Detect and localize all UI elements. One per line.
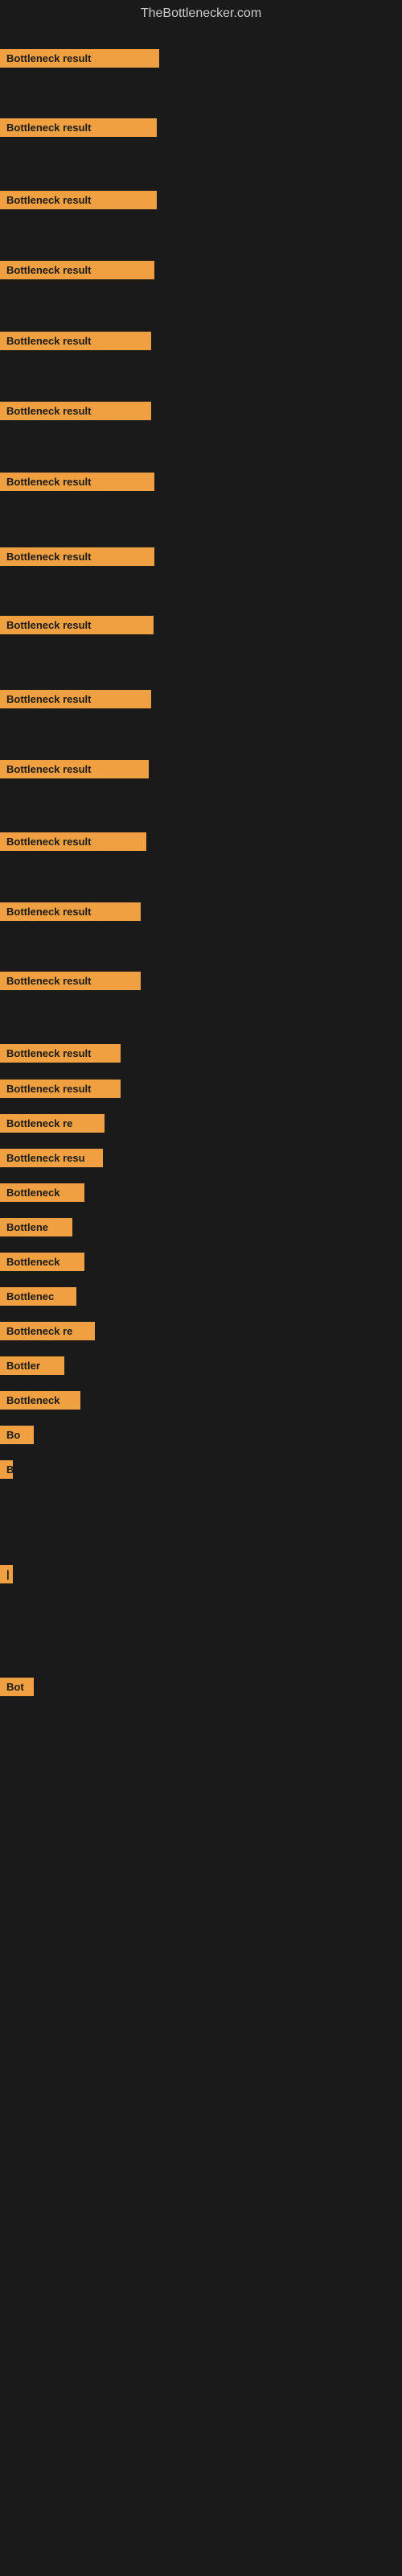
bottleneck-item: Bottleneck result (0, 191, 157, 213)
bottleneck-label: Bottleneck result (0, 261, 154, 279)
bottleneck-item: Bottleneck result (0, 760, 149, 782)
bottleneck-item: Bottleneck result (0, 261, 154, 283)
bottleneck-item: Bo (0, 1426, 34, 1448)
bottleneck-item: Bottleneck result (0, 332, 151, 354)
bottleneck-label: Bottleneck resu (0, 1149, 103, 1167)
bottleneck-label: | (0, 1565, 13, 1583)
bottleneck-label: Bottleneck (0, 1391, 80, 1410)
bottleneck-item: Bottleneck result (0, 473, 154, 495)
bottleneck-label: Bottleneck result (0, 49, 159, 68)
bottleneck-label: Bottleneck result (0, 972, 141, 990)
bottleneck-label: Bottler (0, 1356, 64, 1375)
bottleneck-label: Bottleneck result (0, 690, 151, 708)
bottleneck-label: Bottleneck result (0, 760, 149, 778)
bottleneck-label: Bottleneck result (0, 1044, 121, 1063)
bottleneck-item: B (0, 1460, 13, 1483)
bottleneck-label: Bottleneck (0, 1183, 84, 1202)
bottleneck-label: B (0, 1460, 13, 1479)
bottleneck-label: Bottleneck result (0, 832, 146, 851)
bottleneck-item: Bottleneck re (0, 1114, 105, 1137)
bottleneck-item: Bottleneck resu (0, 1149, 103, 1171)
site-title: TheBottlenecker.com (0, 0, 402, 27)
bottleneck-label: Bottleneck re (0, 1322, 95, 1340)
bottleneck-item: Bottleneck result (0, 402, 151, 424)
bottleneck-item: Bottleneck re (0, 1322, 95, 1344)
bottleneck-label: Bot (0, 1678, 34, 1696)
bottleneck-item: Bottlene (0, 1218, 72, 1241)
bottleneck-item: Bottler (0, 1356, 64, 1379)
bottleneck-item: Bottleneck result (0, 1080, 121, 1102)
bottleneck-label: Bottlene (0, 1218, 72, 1236)
bottleneck-label: Bottlenec (0, 1287, 76, 1306)
bottleneck-item: Bottleneck (0, 1391, 80, 1414)
bottleneck-item: Bottleneck result (0, 902, 141, 925)
bottleneck-label: Bottleneck result (0, 547, 154, 566)
bottleneck-item: Bottlenec (0, 1287, 76, 1310)
bottleneck-label: Bottleneck (0, 1253, 84, 1271)
bottleneck-item: Bottleneck (0, 1183, 84, 1206)
bottleneck-label: Bottleneck result (0, 402, 151, 420)
bottleneck-label: Bottleneck re (0, 1114, 105, 1133)
bottleneck-item: Bottleneck result (0, 616, 154, 638)
bottleneck-label: Bottleneck result (0, 118, 157, 137)
bottleneck-label: Bottleneck result (0, 191, 157, 209)
bottleneck-label: Bo (0, 1426, 34, 1444)
bottleneck-item: Bottleneck result (0, 690, 151, 712)
bottleneck-item: Bottleneck result (0, 118, 157, 141)
bottleneck-item: Bottleneck result (0, 832, 146, 855)
bottleneck-item: Bottleneck result (0, 1044, 121, 1067)
bottleneck-label: Bottleneck result (0, 473, 154, 491)
bottleneck-label: Bottleneck result (0, 332, 151, 350)
bottleneck-label: Bottleneck result (0, 902, 141, 921)
bottleneck-item: Bot (0, 1678, 34, 1700)
bottleneck-item: Bottleneck result (0, 49, 159, 72)
bottleneck-item: | (0, 1565, 13, 1587)
bottleneck-item: Bottleneck result (0, 547, 154, 570)
bottleneck-item: Bottleneck result (0, 972, 141, 994)
bottleneck-label: Bottleneck result (0, 1080, 121, 1098)
bottleneck-item: Bottleneck (0, 1253, 84, 1275)
bottleneck-label: Bottleneck result (0, 616, 154, 634)
